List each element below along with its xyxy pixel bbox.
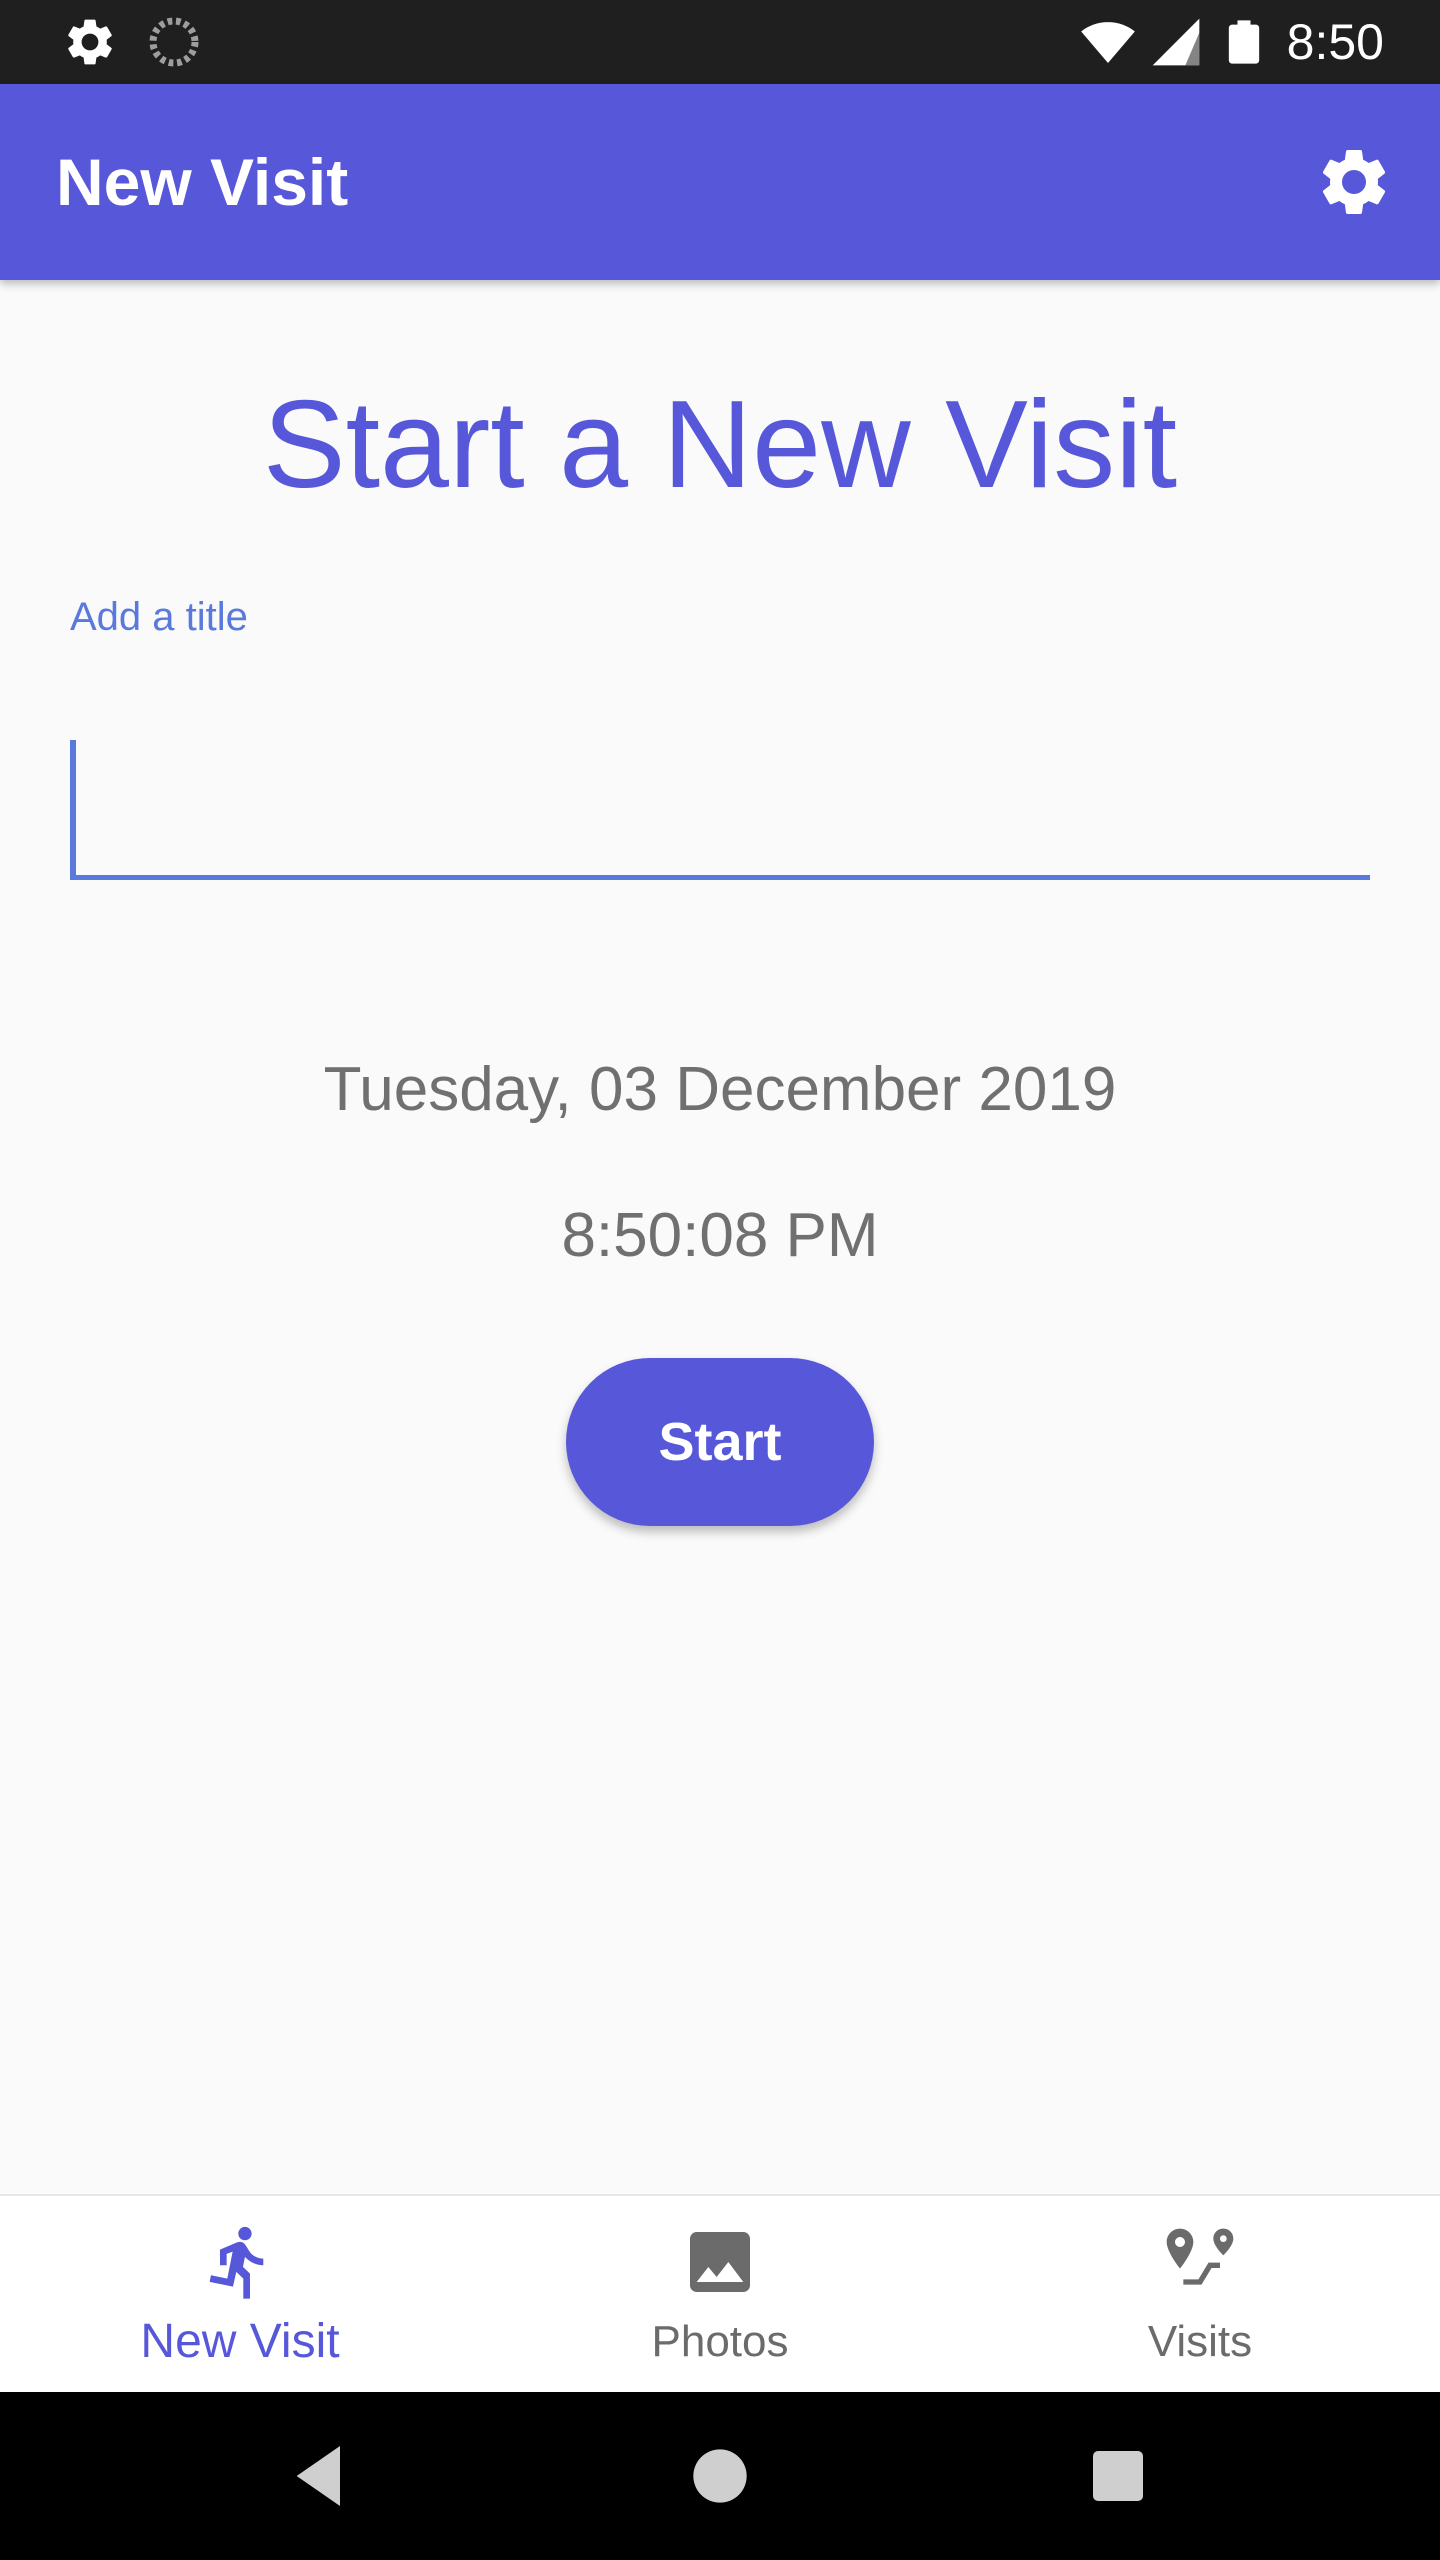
visit-date: Tuesday, 03 December 2019 [323, 1055, 1117, 1124]
nav-label-visits: Visits [1147, 2317, 1253, 2366]
system-navigation-bar [0, 2392, 1440, 2560]
battery-icon [1228, 20, 1260, 64]
settings-icon [68, 19, 112, 65]
nav-label-new-visit: New Visit [140, 2315, 340, 2368]
settings-icon[interactable] [1314, 142, 1394, 222]
visit-time: 8:50:08 PM [561, 1201, 879, 1270]
nav-label-photos: Photos [651, 2317, 789, 2366]
new-visit-form: Start a New Visit Add a title Tuesday, 0… [0, 280, 1440, 2194]
status-bar: 8:50 [0, 0, 1440, 84]
wifi-icon [1081, 22, 1135, 63]
image-icon [690, 2232, 750, 2292]
page-heading: Start a New Visit [262, 376, 1178, 514]
status-time: 8:50 [1286, 14, 1384, 70]
cellular-signal-icon [1152, 18, 1200, 66]
start-button[interactable]: Start [566, 1358, 874, 1526]
nav-item-visits[interactable]: Visits [960, 2196, 1440, 2394]
nav-item-photos[interactable]: Photos [480, 2196, 960, 2394]
bottom-navigation: New Visit Photos Visits [0, 2194, 1440, 2392]
nav-item-new-visit[interactable]: New Visit [0, 2196, 480, 2394]
run-icon [209, 2226, 264, 2299]
home-icon[interactable] [680, 2436, 760, 2516]
sync-icon [149, 17, 199, 67]
app-title: New Visit [56, 145, 349, 219]
back-icon[interactable] [280, 2436, 360, 2516]
recents-icon[interactable] [1078, 2436, 1158, 2516]
title-input[interactable] [70, 720, 1370, 880]
app-bar: New Visit [0, 84, 1440, 280]
title-field-label: Add a title [70, 595, 248, 639]
text-cursor [70, 740, 76, 880]
route-icon [1166, 2228, 1234, 2285]
